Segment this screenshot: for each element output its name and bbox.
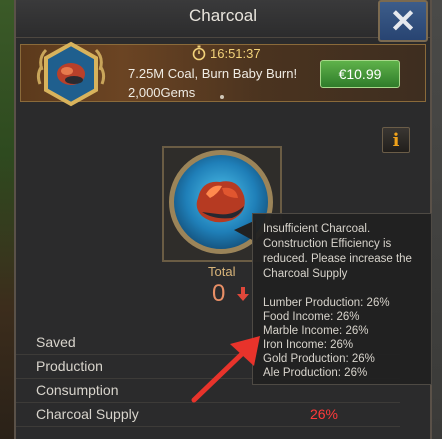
stat-label-production: Production	[36, 358, 103, 374]
stat-label-charcoal-supply: Charcoal Supply	[36, 406, 139, 422]
divider	[16, 426, 400, 427]
coal-offer-icon	[36, 41, 106, 107]
background-game-world-right	[432, 0, 442, 439]
tooltip-effect-item: Gold Production: 26%	[263, 353, 375, 365]
tooltip-effect-item: Lumber Production: 26%	[263, 297, 390, 309]
buy-offer-button[interactable]: €10.99	[320, 60, 400, 88]
offer-page-indicator	[220, 95, 224, 99]
info-icon: i	[392, 129, 400, 151]
supply-tooltip: Insufficient Charcoal. Construction Effi…	[252, 213, 432, 385]
stat-label-consumption: Consumption	[36, 382, 119, 398]
total-value: 0	[212, 280, 226, 307]
close-button[interactable]: ✕	[378, 0, 428, 42]
window-title: Charcoal	[188, 6, 258, 25]
close-icon: ✕	[389, 3, 417, 39]
stat-label-saved: Saved	[36, 334, 76, 350]
tooltip-effect-item: Ale Production: 26%	[263, 367, 368, 379]
offer-timer: 16:51:37	[192, 45, 261, 61]
offer-gems: 2,000Gems	[128, 85, 196, 100]
down-arrow-icon	[237, 287, 249, 301]
total-label: Total	[208, 264, 236, 279]
info-button[interactable]: i	[382, 127, 410, 153]
tooltip-warning: Insufficient Charcoal. Construction Effi…	[263, 223, 412, 280]
tooltip-effect-item: Food Income: 26%	[263, 311, 360, 323]
charcoal-panel: Charcoal ✕ 16:51:37 7.25M Coal, Burn Bab…	[14, 0, 432, 439]
stopwatch-icon	[192, 45, 206, 61]
tooltip-effects-list: Lumber Production: 26% Food Income: 26% …	[263, 296, 421, 380]
tooltip-effect-item: Marble Income: 26%	[263, 325, 369, 337]
stat-value-charcoal-supply: 26%	[309, 406, 338, 422]
title-bar: Charcoal	[16, 0, 430, 38]
offer-title: 7.25M Coal, Burn Baby Burn!	[128, 66, 298, 81]
stat-row-charcoal-supply: Charcoal Supply 26%	[16, 404, 396, 426]
tooltip-effect-item: Iron Income: 26%	[263, 339, 354, 351]
offer-timer-text: 16:51:37	[210, 45, 261, 61]
background-game-world-left	[0, 0, 14, 439]
pointer-arrow-icon	[191, 336, 260, 403]
